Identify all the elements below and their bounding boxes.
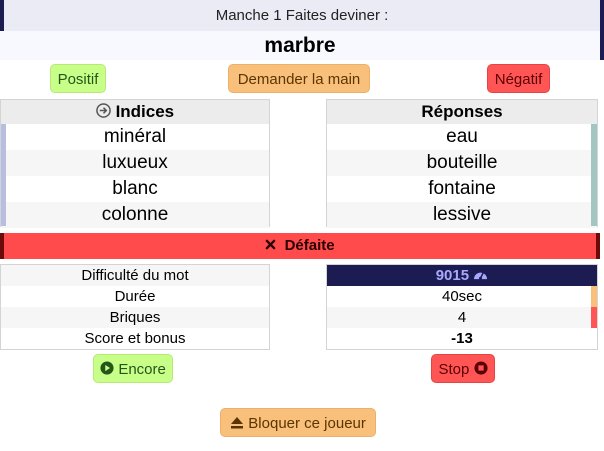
clues-side-bar — [1, 124, 6, 226]
stop-label: Stop — [438, 361, 470, 378]
clue-item: blanc — [112, 178, 158, 199]
gauge-icon — [473, 266, 488, 287]
answers-title: Réponses — [421, 102, 503, 121]
play-circle-icon — [100, 356, 114, 385]
encore-button[interactable]: Encore — [93, 354, 173, 383]
stats-labels-panel: Difficulté du mot Durée Briques Score et… — [0, 264, 270, 350]
negative-button[interactable]: Négatif — [487, 64, 550, 93]
word-text: marbre — [264, 34, 336, 57]
stat-label: Score et bonus — [84, 330, 186, 347]
score-value-row: -13 — [327, 328, 597, 349]
encore-label: Encore — [118, 361, 166, 378]
block-player-label: Bloquer ce joueur — [248, 415, 366, 432]
negative-label: Négatif — [494, 71, 543, 88]
circle-arrow-right-icon — [96, 101, 111, 125]
clues-panel: Indices minéral luxueux blanc colonne — [0, 99, 270, 228]
stat-label: Difficulté du mot — [1, 265, 269, 286]
difficulty-value: 9015 — [435, 267, 470, 284]
clue-item: minéral — [103, 126, 167, 147]
stop-button[interactable]: Stop — [431, 354, 495, 383]
positive-label: Positif — [57, 71, 99, 88]
stat-label: Durée — [114, 288, 156, 305]
answer-item: eau — [446, 126, 478, 147]
stop-circle-icon — [473, 356, 488, 385]
clue-item: colonne — [1, 202, 269, 228]
stat-label: Briques — [1, 307, 269, 328]
positive-button[interactable]: Positif — [50, 64, 106, 93]
duration-value-row: 40sec — [327, 286, 597, 307]
answers-header: Réponses — [327, 100, 597, 124]
defeat-label: Défaite — [284, 237, 335, 254]
eject-icon — [230, 410, 244, 439]
answer-item: bouteille — [327, 150, 597, 176]
round-text: Manche 1 Faites deviner : — [215, 7, 389, 24]
x-icon — [265, 233, 276, 259]
clue-item: luxueux — [1, 150, 269, 176]
round-header: Manche 1 Faites deviner : — [0, 0, 604, 31]
answers-side-bar — [591, 124, 597, 226]
ask-hand-label: Demander la main — [237, 71, 361, 88]
answer-item: lessive — [327, 202, 597, 228]
answer-item: fontaine — [428, 178, 496, 199]
duration-value: 40sec — [441, 288, 483, 305]
stats-values-panel: 9015 40sec 4 -13 — [326, 264, 598, 350]
bricks-value-row: 4 — [327, 307, 597, 328]
word-to-guess: marbre — [0, 31, 604, 60]
clues-header: Indices — [1, 100, 269, 124]
block-player-button[interactable]: Bloquer ce joueur — [220, 408, 376, 437]
clues-title: Indices — [115, 102, 175, 121]
duration-indicator — [591, 286, 597, 307]
ask-hand-button[interactable]: Demander la main — [228, 64, 370, 93]
defeat-banner: Défaite — [0, 233, 600, 259]
difficulty-value-row: 9015 — [327, 265, 597, 286]
answers-panel: Réponses eau bouteille fontaine lessive — [326, 99, 598, 228]
bricks-value: 4 — [457, 309, 467, 326]
score-value: -13 — [451, 330, 473, 347]
bricks-indicator — [591, 307, 597, 328]
